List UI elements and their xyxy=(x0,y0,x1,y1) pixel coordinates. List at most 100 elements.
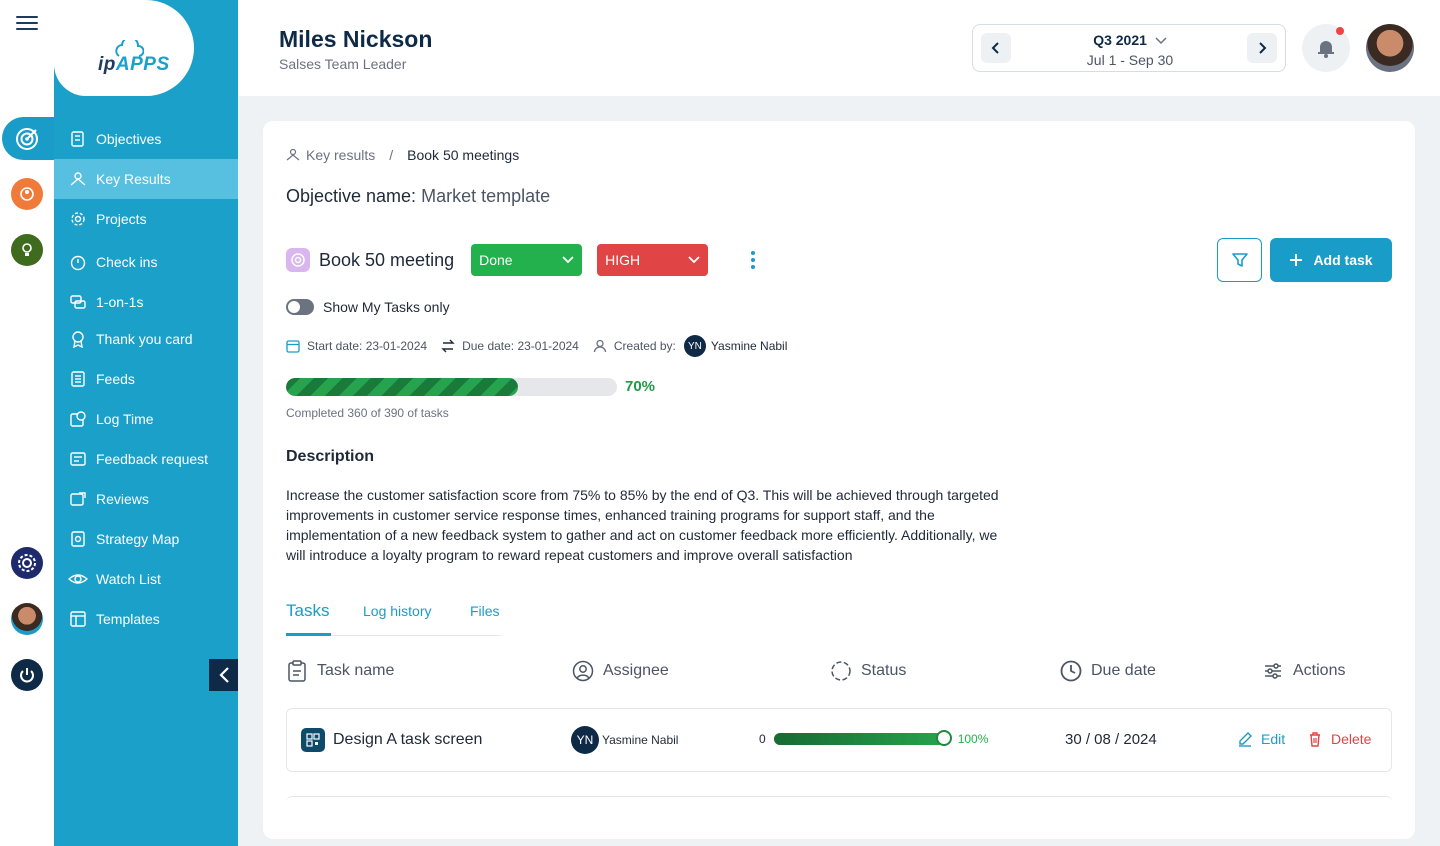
add-task-button[interactable]: Add task xyxy=(1270,238,1392,282)
sidebar-item-log-time[interactable]: Log Time xyxy=(54,399,238,439)
loading-icon xyxy=(831,661,851,681)
description-text: Increase the customer satisfaction score… xyxy=(286,487,999,563)
log-time-icon xyxy=(68,409,88,429)
sidebar-item-label: Log Time xyxy=(96,411,154,427)
profile-avatar[interactable] xyxy=(11,603,43,635)
status-slider-handle[interactable] xyxy=(935,730,952,746)
created-by-label: Created by: xyxy=(613,339,676,353)
logo[interactable]: ipAPPS xyxy=(54,0,194,96)
progress-bar xyxy=(286,378,617,396)
sidebar-item-key-results[interactable]: Key Results xyxy=(54,159,238,199)
trash-icon xyxy=(1310,732,1320,747)
sidebar-item-projects[interactable]: Projects xyxy=(54,199,238,239)
sidebar-item-label: 1-on-1s xyxy=(96,294,144,310)
tab-log-history[interactable]: Log history xyxy=(363,603,431,619)
status-slider[interactable] xyxy=(773,730,952,746)
edit-button[interactable]: Edit xyxy=(1237,731,1285,747)
objective-value: Market template xyxy=(421,186,551,206)
breadcrumb-parent[interactable]: Key results xyxy=(306,147,375,163)
due-date-cell: 30 / 08 / 2024 xyxy=(1065,731,1157,748)
sidebar-item-feeds[interactable]: Feeds xyxy=(54,359,238,399)
chevron-right-icon xyxy=(1259,42,1267,54)
more-options-icon[interactable] xyxy=(743,245,763,275)
calendar-icon xyxy=(286,340,300,353)
menu-icon[interactable] xyxy=(16,12,38,34)
bell-icon xyxy=(1318,41,1334,58)
status-value: Done xyxy=(479,252,513,268)
notifications-button[interactable] xyxy=(1302,24,1350,72)
ideas-module-icon[interactable] xyxy=(11,234,43,266)
status-cell: 0 100% xyxy=(759,730,988,746)
tab-tasks[interactable]: Tasks xyxy=(286,601,329,621)
filter-button[interactable] xyxy=(1217,238,1262,282)
sidebar-item-label: Thank you card xyxy=(96,331,193,347)
progress-percent: 70% xyxy=(625,378,656,395)
eye-icon xyxy=(68,569,88,589)
status-dropdown[interactable]: Done xyxy=(471,244,583,276)
progress-fill xyxy=(286,378,518,396)
completed-text: Completed 360 of 390 of tasks xyxy=(286,406,449,420)
task-name[interactable]: Design A task screen xyxy=(333,731,482,749)
column-label: Actions xyxy=(1293,662,1346,679)
sidebar-item-label: Check ins xyxy=(96,254,158,270)
table-row xyxy=(286,796,1392,806)
sidebar-item-one-on-ones[interactable]: 1-on-1s xyxy=(54,285,238,319)
column-label: Task name xyxy=(317,662,395,679)
sidebar-item-reviews[interactable]: Reviews xyxy=(54,479,238,519)
quarter-dropdown[interactable]: Q3 2021 xyxy=(973,32,1287,48)
delete-button[interactable]: Delete xyxy=(1307,731,1371,747)
templates-icon xyxy=(68,609,88,629)
active-tab-indicator xyxy=(286,633,331,636)
settings-icon[interactable] xyxy=(11,547,43,579)
sliders-icon xyxy=(1265,663,1281,679)
column-status: Status xyxy=(830,660,906,682)
next-period-button[interactable] xyxy=(1247,33,1277,63)
sidebar-item-strategy-map[interactable]: Strategy Map xyxy=(54,519,238,559)
sidebar-item-label: Feedback request xyxy=(96,451,209,467)
my-tasks-toggle[interactable] xyxy=(286,299,314,315)
okr-module-tab[interactable] xyxy=(2,117,62,160)
sidebar-item-label: Key Results xyxy=(96,171,171,187)
sidebar-item-check-ins[interactable]: Check ins xyxy=(54,239,238,285)
sidebar-item-templates[interactable]: Templates xyxy=(54,599,238,639)
user-avatar[interactable] xyxy=(1366,24,1414,72)
feeds-icon xyxy=(68,369,88,389)
due-date: Due date: 23-01-2024 xyxy=(441,339,579,353)
chevron-down-icon xyxy=(688,256,700,264)
sidebar-item-objectives[interactable]: Objectives xyxy=(54,119,238,159)
sidebar: ipAPPS Objectives Key Results Projects C… xyxy=(54,0,238,846)
column-actions: Actions xyxy=(1262,660,1345,682)
target-icon xyxy=(16,127,38,150)
user-name: Miles Nickson xyxy=(279,26,433,52)
reviews-icon xyxy=(68,489,88,509)
quarter-label: Q3 2021 xyxy=(1093,32,1147,48)
key-results-icon xyxy=(286,148,300,161)
sidebar-item-label: Strategy Map xyxy=(96,531,180,547)
period-selector: Q3 2021 Jul 1 - Sep 30 xyxy=(972,24,1286,72)
clipboard-icon xyxy=(288,660,306,682)
qr-icon xyxy=(301,728,325,752)
people-module-icon[interactable] xyxy=(11,178,43,210)
chevron-left-icon xyxy=(218,667,229,683)
sidebar-item-watch-list[interactable]: Watch List xyxy=(54,559,238,599)
award-icon xyxy=(68,329,88,349)
tab-files[interactable]: Files xyxy=(470,603,500,619)
sidebar-item-feedback-request[interactable]: Feedback request xyxy=(54,439,238,479)
key-result-icon xyxy=(286,248,310,272)
strategy-map-icon xyxy=(68,529,88,549)
column-label: Assignee xyxy=(603,662,669,679)
breadcrumb: Key results / Book 50 meetings xyxy=(286,147,519,163)
my-tasks-toggle-label: Show My Tasks only xyxy=(323,299,450,315)
sidebar-item-label: Feeds xyxy=(96,371,135,387)
created-by: Created by: YN Yasmine Nabil xyxy=(593,335,787,357)
priority-value: HIGH xyxy=(605,252,641,268)
power-icon[interactable] xyxy=(11,659,43,691)
key-result-card: Key results / Book 50 meetings Objective… xyxy=(263,121,1415,839)
priority-dropdown[interactable]: HIGH xyxy=(597,244,709,276)
sidebar-item-label: Reviews xyxy=(96,491,149,507)
collapse-sidebar-button[interactable] xyxy=(209,659,238,691)
sidebar-item-thank-you-card[interactable]: Thank you card xyxy=(54,319,238,359)
tabs: Tasks Log history Files xyxy=(286,597,501,636)
column-label: Due date xyxy=(1091,662,1156,679)
key-results-icon xyxy=(68,169,88,189)
